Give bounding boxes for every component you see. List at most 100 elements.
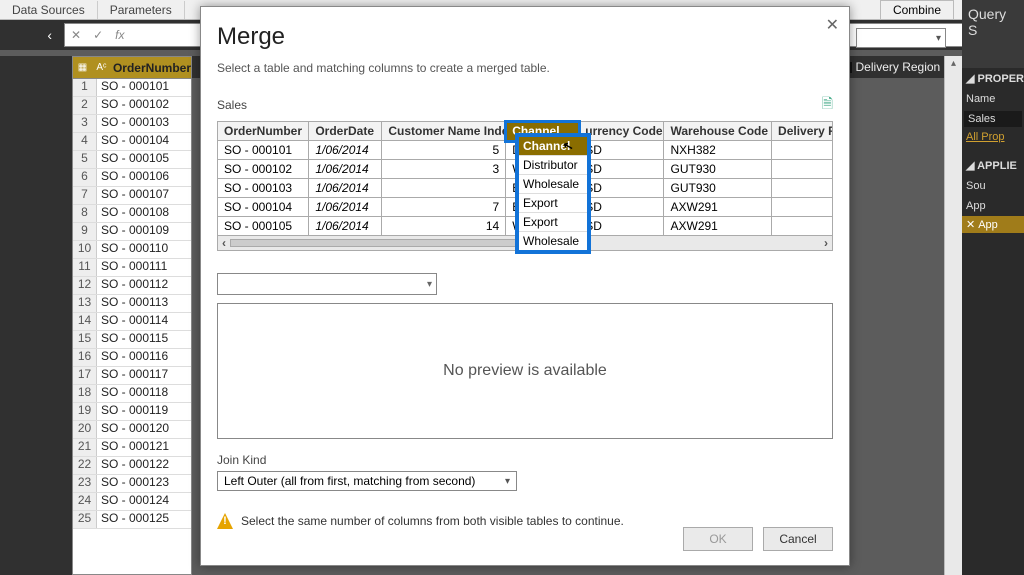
secondary-table-dropdown[interactable]: ▾ bbox=[217, 273, 437, 295]
scroll-right-icon[interactable]: › bbox=[824, 236, 828, 250]
applied-step-2[interactable]: App bbox=[962, 196, 1024, 216]
col-orderdate[interactable]: OrderDate bbox=[309, 122, 382, 141]
row-number: 16 bbox=[73, 349, 97, 366]
all-properties-link[interactable]: All Prop bbox=[962, 129, 1024, 145]
applied-steps-section[interactable]: ◢ APPLIE bbox=[962, 155, 1024, 176]
formula-cancel-icon[interactable]: ✕ bbox=[65, 28, 87, 42]
table-icon: ▦ bbox=[75, 59, 90, 77]
table-row[interactable]: 10SO - 000110 bbox=[73, 241, 191, 259]
table-row[interactable]: 21SO - 000121 bbox=[73, 439, 191, 457]
join-kind-dropdown[interactable]: Left Outer (all from first, matching fro… bbox=[217, 471, 517, 491]
row-number: 2 bbox=[73, 97, 97, 114]
cancel-button[interactable]: Cancel bbox=[763, 527, 833, 551]
row-number: 6 bbox=[73, 169, 97, 186]
channel-value: Distributor bbox=[519, 155, 587, 174]
ok-button[interactable]: OK bbox=[683, 527, 753, 551]
table-row[interactable]: 22SO - 000122 bbox=[73, 457, 191, 475]
col-warehouse-code[interactable]: Warehouse Code bbox=[664, 122, 772, 141]
ribbon-tab-data-sources[interactable]: Data Sources bbox=[0, 1, 98, 19]
query-name-input[interactable]: Sales bbox=[964, 111, 1022, 127]
scrollbar-thumb[interactable] bbox=[230, 239, 540, 247]
cell: SO - 000101 bbox=[218, 141, 309, 160]
dialog-title: Merge bbox=[217, 23, 833, 51]
row-number: 21 bbox=[73, 439, 97, 456]
queries-pane-collapsed[interactable] bbox=[0, 56, 72, 575]
table-row[interactable]: 17SO - 000117 bbox=[73, 367, 191, 385]
table-row[interactable]: 19SO - 000119 bbox=[73, 403, 191, 421]
ribbon-tab-parameters[interactable]: Parameters bbox=[98, 1, 185, 19]
row-number: 3 bbox=[73, 115, 97, 132]
cell-ordernumber: SO - 000118 bbox=[97, 385, 168, 402]
column-header-ordernumber[interactable]: OrderNumber bbox=[111, 61, 191, 75]
table-row[interactable]: 24SO - 000124 bbox=[73, 493, 191, 511]
row-number: 18 bbox=[73, 385, 97, 402]
cell-ordernumber: SO - 000106 bbox=[97, 169, 169, 186]
row-number: 25 bbox=[73, 511, 97, 528]
table-row[interactable]: 20SO - 000120 bbox=[73, 421, 191, 439]
cell-ordernumber: SO - 000104 bbox=[97, 133, 169, 150]
table-preview-icon[interactable]: 🗎 bbox=[822, 93, 833, 117]
channel-value: Export bbox=[519, 212, 587, 231]
ribbon-tab-combine[interactable]: Combine bbox=[880, 0, 954, 20]
table-row[interactable]: 14SO - 000114 bbox=[73, 313, 191, 331]
cell bbox=[772, 217, 833, 236]
collapse-nav-icon[interactable]: ‹ bbox=[0, 27, 60, 43]
cell-ordernumber: SO - 000117 bbox=[97, 367, 168, 384]
cell-ordernumber: SO - 000109 bbox=[97, 223, 169, 240]
cell: 7 bbox=[382, 198, 506, 217]
cell: SD bbox=[579, 141, 664, 160]
row-number: 4 bbox=[73, 133, 97, 150]
col-currency-code[interactable]: urrency Code bbox=[579, 122, 664, 141]
cell: AXW291 bbox=[664, 217, 772, 236]
secondary-table-preview: No preview is available bbox=[217, 303, 833, 439]
cell bbox=[772, 141, 833, 160]
table-row[interactable]: 4SO - 000104 bbox=[73, 133, 191, 151]
table-row[interactable]: 16SO - 000116 bbox=[73, 349, 191, 367]
col-delivery-region[interactable]: Delivery R bbox=[772, 122, 833, 141]
scroll-left-icon[interactable]: ‹ bbox=[222, 236, 226, 250]
column-type-icon: Aᶜ bbox=[94, 59, 109, 77]
table-row[interactable]: 2SO - 000102 bbox=[73, 97, 191, 115]
cell-ordernumber: SO - 000114 bbox=[97, 313, 168, 330]
col-ordernumber[interactable]: OrderNumber bbox=[218, 122, 309, 141]
fx-icon[interactable]: fx bbox=[109, 28, 130, 42]
vertical-scrollbar[interactable]: ▴ bbox=[944, 56, 962, 575]
table-row[interactable]: 15SO - 000115 bbox=[73, 331, 191, 349]
table-row[interactable]: 23SO - 000123 bbox=[73, 475, 191, 493]
table-row[interactable]: 1SO - 000101 bbox=[73, 79, 191, 97]
table-row[interactable]: 6SO - 000106 bbox=[73, 169, 191, 187]
table-row[interactable]: 12SO - 000112 bbox=[73, 277, 191, 295]
row-number: 9 bbox=[73, 223, 97, 240]
chevron-down-icon: ▾ bbox=[427, 279, 432, 290]
channel-value: Wholesale bbox=[519, 174, 587, 193]
query-settings-title: Query S bbox=[962, 0, 1024, 68]
channel-header[interactable]: Channel ↖ bbox=[519, 137, 587, 155]
formula-commit-icon[interactable]: ✓ bbox=[87, 28, 109, 42]
row-number: 19 bbox=[73, 403, 97, 420]
table-row[interactable]: 9SO - 000109 bbox=[73, 223, 191, 241]
cell bbox=[772, 198, 833, 217]
applied-step-1[interactable]: Sou bbox=[962, 176, 1024, 196]
properties-section[interactable]: ◢ PROPER bbox=[962, 68, 1024, 89]
view-dropdown[interactable]: ▾ bbox=[856, 28, 946, 48]
cell bbox=[772, 179, 833, 198]
table-row[interactable]: 5SO - 000105 bbox=[73, 151, 191, 169]
col-customer-name-index[interactable]: Customer Name Index bbox=[382, 122, 506, 141]
cell: 14 bbox=[382, 217, 506, 236]
cell-ordernumber: SO - 000119 bbox=[97, 403, 168, 420]
table-row[interactable]: 8SO - 000108 bbox=[73, 205, 191, 223]
table-row[interactable]: 25SO - 000125 bbox=[73, 511, 191, 529]
background-data-grid: ▦ Aᶜ OrderNumber 1SO - 0001012SO - 00010… bbox=[72, 56, 192, 575]
table-row[interactable]: 3SO - 000103 bbox=[73, 115, 191, 133]
cell bbox=[382, 179, 506, 198]
table-row[interactable]: 13SO - 000113 bbox=[73, 295, 191, 313]
delete-step-icon[interactable]: ✕ bbox=[966, 218, 975, 231]
applied-step-3-selected[interactable]: ✕App bbox=[962, 216, 1024, 233]
table-row[interactable]: 11SO - 000111 bbox=[73, 259, 191, 277]
cell-ordernumber: SO - 000101 bbox=[97, 79, 169, 96]
scroll-up-icon[interactable]: ▴ bbox=[951, 56, 956, 72]
close-icon[interactable]: ✕ bbox=[826, 15, 839, 35]
table-row[interactable]: 7SO - 000107 bbox=[73, 187, 191, 205]
table-row[interactable]: 18SO - 000118 bbox=[73, 385, 191, 403]
row-number: 13 bbox=[73, 295, 97, 312]
